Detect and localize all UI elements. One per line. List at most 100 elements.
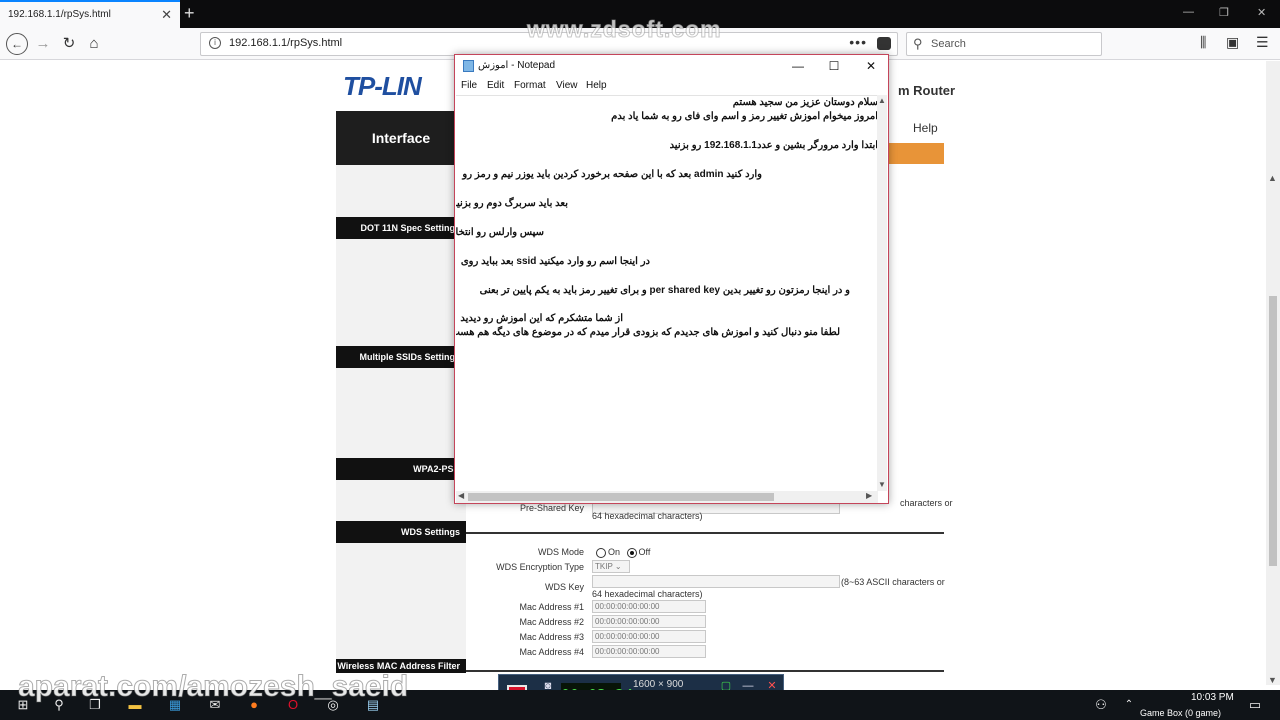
- notepad-minimize-icon[interactable]: —: [787, 57, 809, 75]
- text-line: وارد کنید admin بعد که با این صفحه برخور…: [462, 169, 762, 180]
- wds-mode-label: WDS Mode: [537, 547, 584, 557]
- text-line: سلام دوستان عزیز من سجید هستم: [732, 97, 878, 108]
- menu-file[interactable]: File: [461, 80, 477, 91]
- minimize-icon[interactable]: —: [1183, 6, 1194, 18]
- text-line: و در اینجا رمزتون رو تغییر بدین per shar…: [479, 285, 850, 296]
- mac3-input[interactable]: 00:00:00:00:00:00: [592, 630, 706, 643]
- scroll-thumb[interactable]: [1269, 296, 1277, 566]
- psk-label: Pre-Shared Key: [519, 503, 584, 513]
- text-line: لطفا منو دنبال کنید و اموزش های جدیدم که…: [456, 327, 840, 338]
- wds-key-hint-2: 64 hexadecimal characters): [592, 589, 703, 599]
- mac2-input[interactable]: 00:00:00:00:00:00: [592, 615, 706, 628]
- interface-menu[interactable]: Interface: [336, 111, 466, 165]
- text-line: از شما متشکرم که این اموزش رو دیدید: [460, 313, 623, 324]
- hscroll-thumb[interactable]: [468, 493, 774, 501]
- notepad-menubar: File Edit Format View Help: [455, 79, 888, 95]
- menu-help[interactable]: Help: [586, 80, 607, 91]
- section-wpa2-psk: WPA2-PSK: [336, 458, 466, 480]
- mac2-label: Mac Address #2: [519, 617, 584, 627]
- wds-mode-radios: On Off: [596, 547, 650, 558]
- wds-on-label: On: [608, 547, 621, 557]
- section-multiple-ssids: Multiple SSIDs Settings: [336, 346, 466, 368]
- library-icon[interactable]: ⫼: [1200, 34, 1206, 51]
- people-icon[interactable]: ⚇: [1092, 696, 1110, 714]
- pocket-icon[interactable]: [877, 37, 891, 50]
- wds-enc-select[interactable]: TKIP ⌄: [592, 560, 630, 573]
- wds-enc-value: TKIP: [595, 562, 613, 571]
- mac1-label: Mac Address #1: [519, 602, 584, 612]
- psk-hint-2: 64 hexadecimal characters): [592, 511, 703, 521]
- active-tab-bar: [880, 143, 944, 164]
- wds-key-hint: (8~63 ASCII characters or: [841, 577, 945, 587]
- url-text: 192.168.1.1/rpSys.html: [229, 37, 343, 49]
- section-dot11n: DOT 11N Spec Settings: [336, 217, 466, 239]
- notepad-icon: [463, 60, 474, 72]
- search-placeholder: Search: [931, 38, 966, 50]
- taskbar-clock[interactable]: 10:03 PM: [1191, 692, 1234, 703]
- side-menu-panel: [336, 111, 466, 671]
- text-line: امروز میخوام اموزش تغییر رمز و اسم وای ف…: [611, 111, 878, 122]
- router-title: m Router: [898, 83, 956, 98]
- sidebar-icon[interactable]: ▣: [1226, 34, 1239, 51]
- vscroll-down-icon[interactable]: ▼: [878, 480, 886, 489]
- mac1-input[interactable]: 00:00:00:00:00:00: [592, 600, 706, 613]
- hscroll-right-icon[interactable]: ▶: [866, 491, 872, 500]
- tab-title: 192.168.1.1/rpSys.html: [8, 9, 111, 20]
- menu-icon[interactable]: ☰: [1256, 34, 1269, 51]
- wds-off-radio[interactable]: [626, 547, 637, 558]
- tray-chevron-icon[interactable]: ⌃: [1120, 696, 1138, 714]
- menu-view[interactable]: View: [556, 80, 578, 91]
- mac4-input[interactable]: 00:00:00:00:00:00: [592, 645, 706, 658]
- action-center-icon[interactable]: ▭: [1246, 696, 1264, 714]
- browser-tab[interactable]: 192.168.1.1/rpSys.html ✕: [0, 0, 180, 28]
- notepad-text-area[interactable]: سلام دوستان عزیز من سجید هستم امروز میخو…: [456, 95, 878, 491]
- reload-icon[interactable]: ↻: [58, 33, 80, 55]
- text-line: سپس وارلس رو انتخاب کنید: [456, 227, 544, 238]
- section-wds: WDS Settings: [336, 521, 466, 543]
- home-icon[interactable]: ⌂: [83, 33, 105, 55]
- text-line: در اینجا اسم رو وارد میکنید ssid بعد ببا…: [460, 256, 650, 267]
- search-box[interactable]: ⚲ Search: [906, 32, 1102, 56]
- section-divider: [466, 670, 944, 672]
- mac3-label: Mac Address #3: [519, 632, 584, 642]
- text-line: بعد باید سربرگ دوم رو بزنید: [456, 198, 568, 209]
- maximize-icon[interactable]: ❐: [1219, 6, 1229, 19]
- close-window-icon[interactable]: ✕: [1257, 6, 1266, 19]
- search-icon: ⚲: [913, 36, 923, 51]
- wds-off-label: Off: [638, 547, 651, 557]
- new-tab-button[interactable]: +: [184, 3, 195, 24]
- gamebox-tray[interactable]: Game Box (0 game): [1140, 708, 1221, 718]
- menu-format[interactable]: Format: [514, 80, 546, 91]
- page-scrollbar[interactable]: ▲ ▼: [1266, 61, 1280, 685]
- zdsoft-watermark: www.zdsoft.com: [527, 16, 722, 43]
- notepad-window[interactable]: اموزش - Notepad — ☐ ✕ File Edit Format V…: [454, 54, 889, 504]
- notepad-close-icon[interactable]: ✕: [860, 57, 882, 75]
- notepad-titlebar[interactable]: اموزش - Notepad — ☐ ✕: [455, 55, 888, 77]
- wds-key-input[interactable]: [592, 575, 840, 588]
- scroll-up-icon[interactable]: ▲: [1268, 173, 1277, 183]
- forward-arrow-icon[interactable]: →: [32, 33, 54, 55]
- menu-edit[interactable]: Edit: [487, 80, 504, 91]
- tab-close-icon[interactable]: ✕: [161, 7, 172, 23]
- notepad-vscroll[interactable]: ▲ ▼: [877, 95, 887, 491]
- aparat-watermark: aparat.com/amozesh_saeid: [17, 670, 409, 704]
- hscroll-left-icon[interactable]: ◀: [458, 491, 464, 500]
- notepad-hscroll[interactable]: ◀ ▶: [456, 491, 878, 503]
- back-arrow-icon[interactable]: ←: [6, 33, 28, 55]
- wds-enc-label: WDS Encryption Type: [496, 562, 584, 572]
- text-line: ابتدا وارد مرورگر بشین و عدد192.168.1.1 …: [669, 140, 878, 151]
- wds-on-radio[interactable]: [596, 547, 606, 558]
- help-link[interactable]: Help: [913, 121, 938, 135]
- notepad-title: اموزش - Notepad: [478, 60, 556, 71]
- section-divider: [466, 532, 944, 534]
- psk-hint: characters or: [900, 498, 953, 508]
- record-resolution: 1600 × 900: [633, 679, 684, 690]
- wds-key-label: WDS Key: [544, 582, 584, 592]
- tplink-logo: TP-LIN: [343, 71, 422, 101]
- vscroll-up-icon[interactable]: ▲: [878, 96, 886, 105]
- site-info-icon[interactable]: i: [209, 37, 221, 49]
- scroll-down-icon[interactable]: ▼: [1268, 675, 1277, 685]
- notepad-maximize-icon[interactable]: ☐: [823, 57, 845, 75]
- page-actions-icon[interactable]: •••: [849, 34, 867, 50]
- mac4-label: Mac Address #4: [519, 647, 584, 657]
